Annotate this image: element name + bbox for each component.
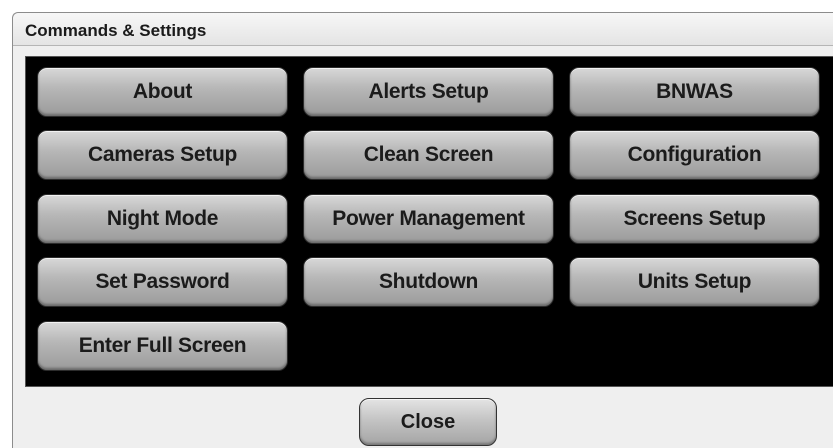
cameras-setup-button[interactable]: Cameras Setup — [37, 130, 288, 180]
bnwas-button[interactable]: BNWAS — [569, 67, 820, 117]
night-mode-button[interactable]: Night Mode — [37, 194, 288, 244]
commands-settings-dialog: Commands & Settings About Alerts Setup B… — [12, 12, 833, 448]
about-button[interactable]: About — [37, 67, 288, 117]
alerts-setup-button[interactable]: Alerts Setup — [303, 67, 554, 117]
enter-full-screen-button[interactable]: Enter Full Screen — [37, 321, 288, 371]
commands-panel: About Alerts Setup BNWAS Cameras Setup C… — [25, 56, 833, 387]
shutdown-button[interactable]: Shutdown — [303, 257, 554, 307]
close-button[interactable]: Close — [359, 398, 497, 446]
power-management-button[interactable]: Power Management — [303, 194, 554, 244]
set-password-button[interactable]: Set Password — [37, 257, 288, 307]
dialog-titlebar: Commands & Settings — [13, 13, 833, 46]
clean-screen-button[interactable]: Clean Screen — [303, 130, 554, 180]
dialog-title: Commands & Settings — [25, 21, 207, 40]
units-setup-button[interactable]: Units Setup — [569, 257, 820, 307]
screens-setup-button[interactable]: Screens Setup — [569, 194, 820, 244]
configuration-button[interactable]: Configuration — [569, 130, 820, 180]
